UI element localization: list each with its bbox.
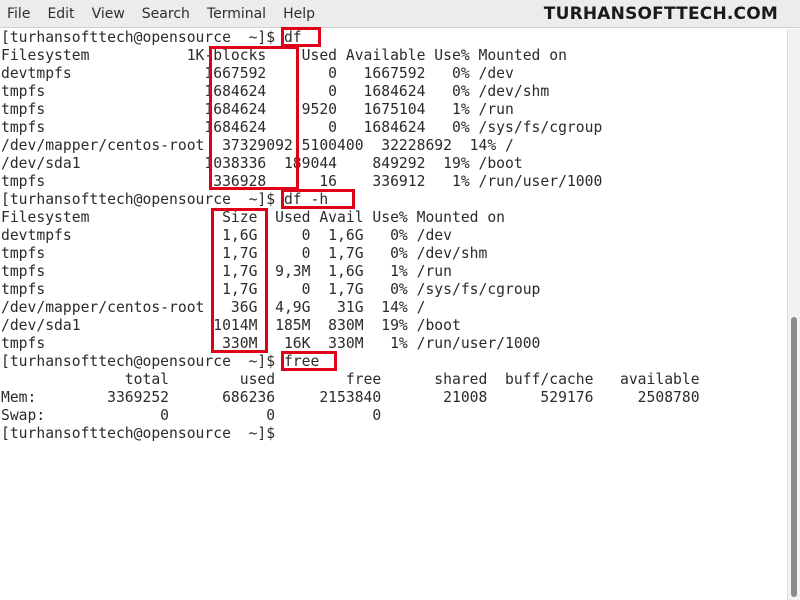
- terminal-line: [turhansofttech@opensource ~]$: [1, 425, 276, 442]
- terminal-line: [turhansofttech@opensource ~]$ free: [1, 353, 320, 370]
- terminal-line: total used free shared buff/cache availa…: [1, 371, 700, 388]
- menu-edit[interactable]: Edit: [47, 6, 74, 22]
- highlight-df-h-command: [281, 189, 355, 209]
- menu-search[interactable]: Search: [142, 6, 190, 22]
- terminal-line: tmpfs 1684624 0 1684624 0% /sys/fs/cgrou…: [1, 119, 603, 136]
- terminal-output[interactable]: [turhansofttech@opensource ~]$ Swap: 0 0 …: [0, 27, 788, 600]
- menu-bar: File Edit View Search Terminal Help TURH…: [0, 0, 800, 28]
- terminal-line: Swap: 0 0 0: [1, 407, 382, 424]
- highlight-size-column: [211, 208, 268, 353]
- site-watermark: TURHANSOFTTECH.COM: [543, 4, 778, 24]
- terminal-line: Mem: 3369252 686236 2153840 21008 529176…: [1, 389, 700, 406]
- menu-help[interactable]: Help: [283, 6, 315, 22]
- terminal-line: [turhansofttech@opensource ~]$ df: [1, 29, 302, 46]
- terminal-line: [turhansofttech@opensource ~]$ df -h: [1, 191, 329, 208]
- scrollbar-thumb[interactable]: [791, 317, 797, 597]
- terminal-line: tmpfs 1,7G 0 1,7G 0% /sys/fs/cgroup: [1, 281, 541, 298]
- terminal-line: tmpfs 330M 16K 330M 1% /run/user/1000: [1, 335, 541, 352]
- menu-terminal[interactable]: Terminal: [207, 6, 266, 22]
- highlight-free-command: [281, 351, 337, 371]
- menu-view[interactable]: View: [92, 6, 125, 22]
- highlight-df-command: [281, 27, 321, 47]
- menu-file[interactable]: File: [7, 6, 30, 22]
- highlight-1k-blocks-column: [209, 46, 299, 190]
- terminal-scrollbar[interactable]: [787, 29, 800, 600]
